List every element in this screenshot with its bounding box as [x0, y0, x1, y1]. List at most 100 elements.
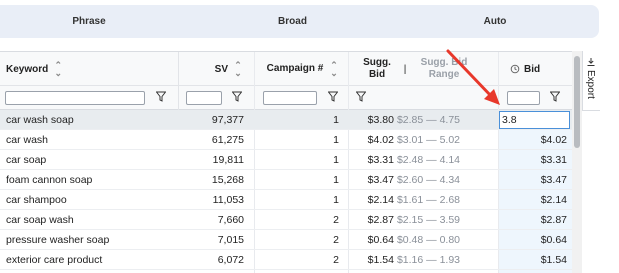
- campaign-cell: 1: [333, 154, 339, 166]
- sv-cell: 6,072: [217, 254, 244, 266]
- campaign-filter-input[interactable]: [263, 91, 317, 105]
- table-row[interactable]: car soap wash 7,660 2 $2.87 $2.15 — 3.59 …: [0, 210, 572, 230]
- table-row[interactable]: car wash soap 97,377 1 $3.80 $2.85 — 4.75…: [0, 110, 572, 130]
- sv-cell: 97,377: [211, 114, 244, 126]
- tab-broad[interactable]: Broad: [195, 5, 390, 38]
- campaign-cell: 1: [333, 194, 339, 206]
- history-icon: [510, 64, 520, 74]
- sv-cell: 11,053: [212, 194, 244, 206]
- download-icon: [586, 57, 596, 67]
- sugg-bid-value: $1.54: [367, 254, 394, 266]
- keyword-filter-input[interactable]: [5, 91, 145, 105]
- campaign-cell: 2: [333, 214, 339, 226]
- keyword-cell: car shampoo: [6, 194, 67, 206]
- column-divider-icon: |: [403, 63, 407, 75]
- column-header-keyword[interactable]: Keyword ⌃ ⌄: [6, 52, 176, 86]
- filter-row: [0, 86, 572, 110]
- sugg-bid-range: $1.61 — 2.68: [396, 194, 460, 206]
- sugg-bid-range: $2.85 — 4.75: [396, 114, 460, 126]
- bid-cell[interactable]: $1.54: [499, 250, 567, 270]
- table-row[interactable]: exterior care product 6,072 2 $1.54 $1.16…: [0, 250, 572, 270]
- filter-icon[interactable]: [355, 91, 367, 103]
- column-header-campaign[interactable]: Campaign # ⌃ ⌄: [262, 52, 344, 86]
- bid-cell[interactable]: $3.47: [499, 170, 567, 190]
- column-header-bid-label: Bid: [524, 63, 541, 75]
- sort-icon[interactable]: ⌃ ⌄: [54, 61, 62, 78]
- table-row[interactable]: car shampoo 11,053 1 $2.14 $1.61 — 2.68 $…: [0, 190, 572, 210]
- table-row[interactable]: car wash 61,275 1 $4.02 $3.01 — 5.02 $4.0…: [0, 130, 572, 150]
- bid-edit-input[interactable]: 3.8: [499, 111, 570, 129]
- sv-cell: 15,268: [211, 174, 244, 186]
- column-header-sv-label: SV: [214, 63, 228, 75]
- bid-cell[interactable]: $2.14: [499, 190, 567, 210]
- keyword-cell: car wash soap: [6, 114, 74, 126]
- sugg-bid-value: $3.80: [367, 114, 394, 126]
- table-row[interactable]: car soap 19,811 1 $3.31 $2.48 — 4.14 $3.3…: [0, 150, 572, 170]
- sv-filter-input[interactable]: [186, 91, 222, 105]
- sugg-bid-cell: $2.14 $1.61 — 2.68: [350, 190, 460, 210]
- sugg-bid-value: $4.02: [367, 134, 394, 146]
- sugg-bid-cell: $3.80 $2.85 — 4.75: [350, 110, 460, 130]
- sugg-bid-range: $2.48 — 4.14: [396, 154, 460, 166]
- column-header-bid[interactable]: Bid: [510, 52, 570, 86]
- sugg-bid-range: $3.01 — 5.02: [396, 134, 460, 146]
- column-divider: [178, 52, 179, 110]
- sugg-bid-value: $2.14: [367, 194, 394, 206]
- sv-cell: 7,660: [217, 214, 244, 226]
- keyword-cell: car wash: [6, 134, 49, 146]
- sort-icon[interactable]: ⌃ ⌄: [234, 61, 242, 78]
- sugg-bid-range: $0.48 — 0.80: [396, 234, 460, 246]
- keyword-cell: exterior care product: [6, 254, 103, 266]
- sv-cell: 7,015: [217, 234, 244, 246]
- campaign-cell: 1: [333, 134, 339, 146]
- match-type-tabs: Phrase Broad Auto: [0, 5, 599, 38]
- sugg-bid-cell: $1.54 $1.16 — 1.93: [350, 250, 460, 270]
- bid-cell[interactable]: $4.02: [499, 130, 567, 150]
- bid-cell[interactable]: $2.87: [499, 210, 567, 230]
- sugg-bid-cell: $3.31 $2.48 — 4.14: [350, 150, 460, 170]
- campaign-cell: 2: [333, 254, 339, 266]
- tab-auto[interactable]: Auto: [400, 5, 590, 38]
- sugg-bid-cell: $0.64 $0.48 — 0.80: [350, 230, 460, 250]
- keyword-cell: car soap: [6, 154, 47, 166]
- filter-icon[interactable]: [231, 91, 243, 103]
- column-header-sugg-bid-range[interactable]: Sugg. Bid Range: [414, 52, 474, 86]
- table-row[interactable]: foam cannon soap 15,268 1 $3.47 $2.60 — 4…: [0, 170, 572, 190]
- sugg-bid-cell: $4.02 $3.01 — 5.02: [350, 130, 460, 150]
- campaign-cell: 1: [333, 114, 339, 126]
- column-header-sugg-bid[interactable]: Sugg. Bid: [356, 52, 398, 86]
- sugg-bid-value: $0.64: [367, 234, 394, 246]
- keyword-cell: foam cannon soap: [6, 174, 93, 186]
- keyword-cell: car soap wash: [6, 214, 74, 226]
- bid-cell[interactable]: $0.64: [499, 230, 567, 250]
- filter-icon[interactable]: [327, 91, 339, 103]
- filter-icon[interactable]: [155, 91, 167, 103]
- scrollbar-thumb[interactable]: [574, 56, 580, 148]
- export-label: Export: [585, 70, 596, 99]
- tab-phrase[interactable]: Phrase: [0, 5, 178, 38]
- campaign-cell: 1: [333, 174, 339, 186]
- filter-icon[interactable]: [549, 91, 561, 103]
- sugg-bid-cell: $2.87 $2.15 — 3.59: [350, 210, 460, 230]
- column-header-keyword-label: Keyword: [6, 63, 49, 75]
- keyword-cell: pressure washer soap: [6, 234, 110, 246]
- bid-cell[interactable]: $3.31: [499, 150, 567, 170]
- column-header-sugg-bid-range-label: Sugg. Bid Range: [420, 57, 468, 80]
- grid-header: Keyword ⌃ ⌄ SV ⌃ ⌄ Campaign # ⌃ ⌄ Sugg. Bid…: [0, 52, 572, 86]
- table-row[interactable]: pressure washer soap 7,015 2 $0.64 $0.48 …: [0, 230, 572, 250]
- sugg-bid-range: $1.16 — 1.93: [396, 254, 460, 266]
- sugg-bid-range: $2.15 — 3.59: [396, 214, 460, 226]
- sugg-bid-cell: $3.47 $2.60 — 4.34: [350, 170, 460, 190]
- column-header-campaign-label: Campaign #: [266, 63, 324, 74]
- sort-icon[interactable]: ⌃ ⌄: [330, 61, 338, 78]
- keyword-grid: Keyword ⌃ ⌄ SV ⌃ ⌄ Campaign # ⌃ ⌄ Sugg. Bid…: [0, 51, 572, 273]
- campaign-cell: 2: [333, 234, 339, 246]
- column-header-sv[interactable]: SV ⌃ ⌄: [180, 52, 250, 86]
- column-header-sugg-bid-label: Sugg. Bid: [363, 57, 391, 80]
- sugg-bid-range: $2.60 — 4.34: [396, 174, 460, 186]
- bid-filter-input[interactable]: [507, 91, 540, 105]
- sv-cell: 61,275: [211, 134, 244, 146]
- sugg-bid-value: $3.47: [367, 174, 394, 186]
- sv-cell: 19,811: [212, 154, 244, 166]
- sugg-bid-value: $2.87: [367, 214, 394, 226]
